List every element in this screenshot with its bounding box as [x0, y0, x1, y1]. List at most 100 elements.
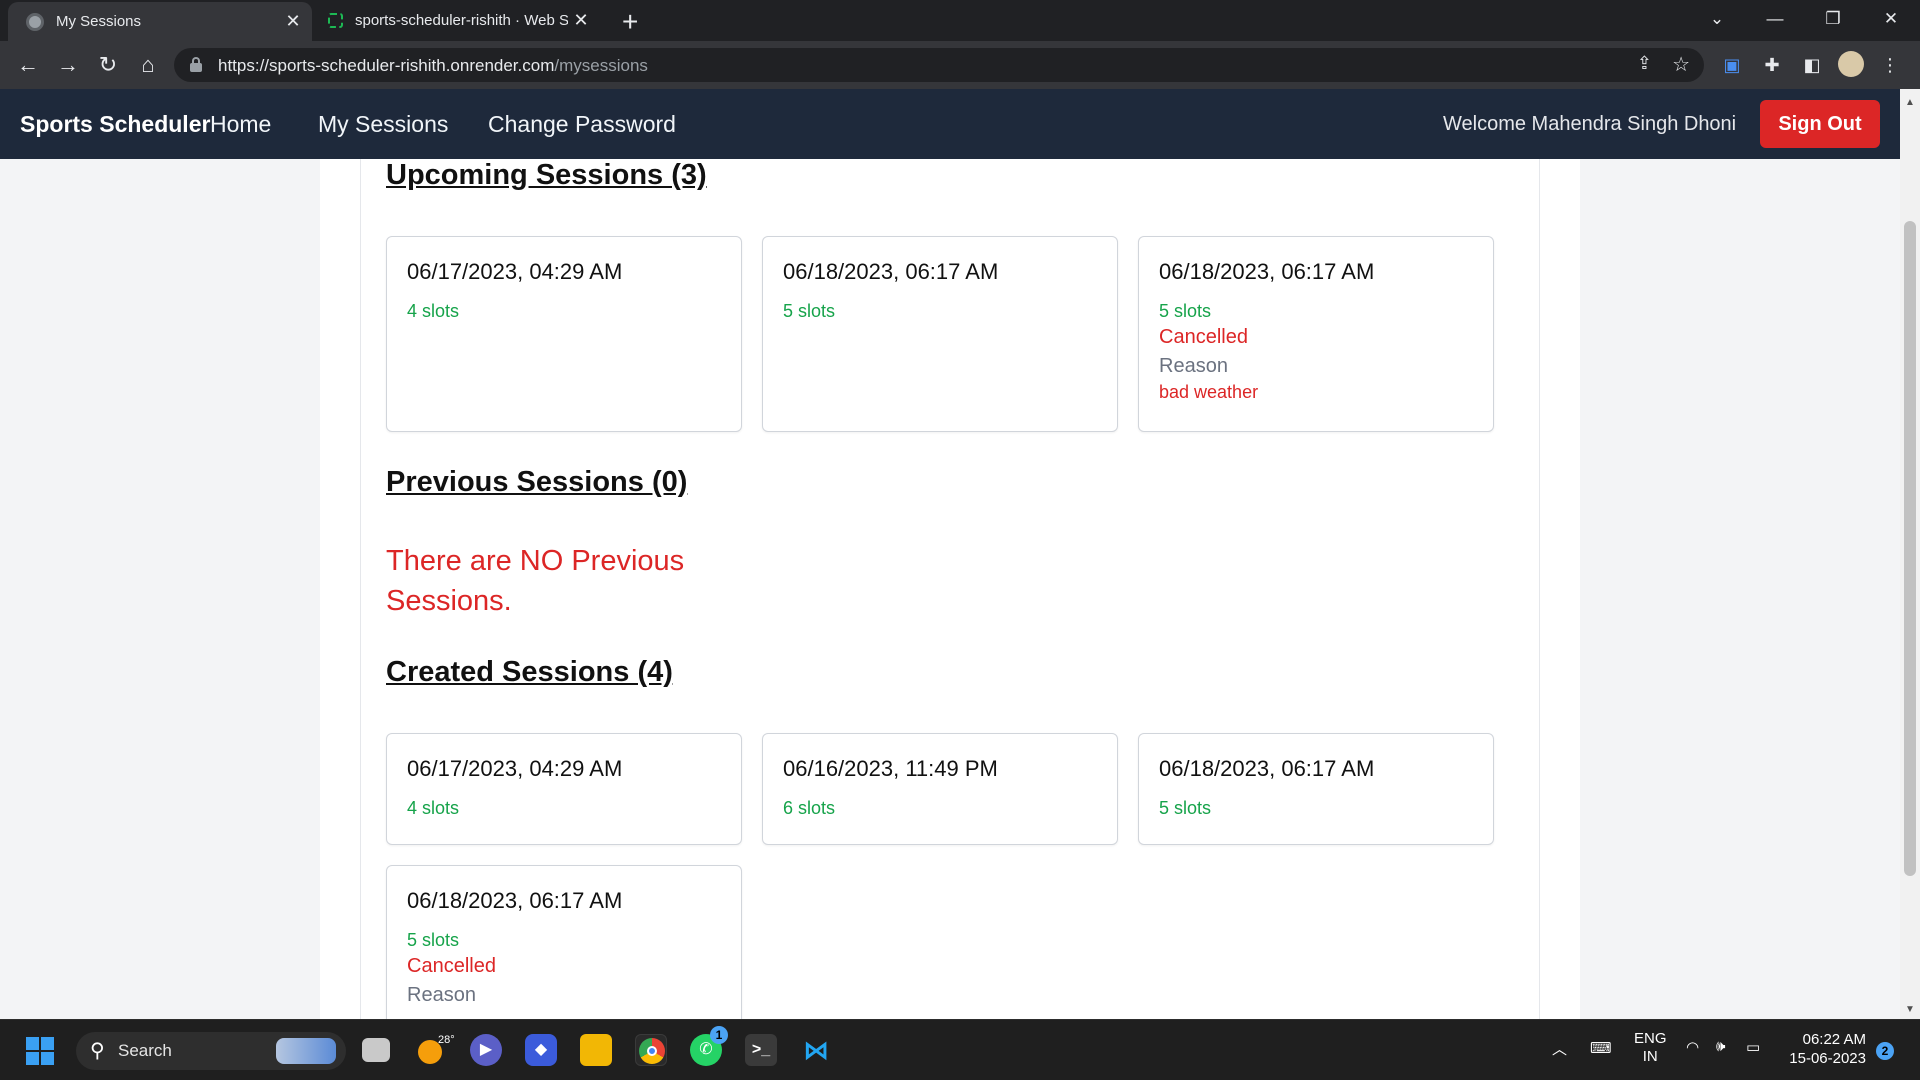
- reload-icon[interactable]: ↻: [94, 51, 122, 79]
- session-datetime: 06/18/2023, 06:17 AM: [1159, 756, 1375, 781]
- sessions-container: Upcoming Sessions (3) 06/17/2023, 04:29 …: [360, 159, 1540, 1019]
- keyboard-icon[interactable]: ⌨: [1590, 1039, 1612, 1057]
- session-datetime: 06/18/2023, 06:17 AM: [1159, 259, 1375, 284]
- task-view-icon[interactable]: [362, 1038, 390, 1062]
- weather-icon[interactable]: 28°: [416, 1034, 455, 1066]
- created-session-card[interactable]: 06/18/2023, 06:17 AM 5 slots: [1138, 733, 1494, 845]
- session-datetime: 06/18/2023, 06:17 AM: [783, 259, 999, 284]
- tab-my-sessions[interactable]: My Sessions ✕: [8, 2, 312, 41]
- session-datetime: 06/16/2023, 11:49 PM: [783, 756, 998, 781]
- whatsapp-icon[interactable]: ✆ 1: [690, 1026, 728, 1066]
- search-label: Search: [118, 1041, 172, 1060]
- whatsapp-badge: 1: [710, 1026, 728, 1044]
- chrome-icon[interactable]: [635, 1034, 667, 1066]
- clock-time: 06:22 AM: [1802, 1031, 1866, 1048]
- tab-web-service[interactable]: sports-scheduler-rishith · Web Se ✕: [318, 0, 600, 41]
- previous-sessions-heading: Previous Sessions (0): [386, 466, 688, 498]
- upcoming-session-card[interactable]: 06/18/2023, 06:17 AM 5 slots Cancelled R…: [1138, 236, 1494, 432]
- taskbar-search[interactable]: ⚲ Search: [76, 1032, 346, 1070]
- lock-icon[interactable]: [190, 57, 202, 72]
- tab-title: sports-scheduler-rishith · Web Se: [355, 12, 568, 29]
- browser-tab-strip: My Sessions ✕ sports-scheduler-rishith ·…: [0, 0, 1920, 41]
- screen-capture-icon[interactable]: ▣: [1718, 51, 1746, 79]
- windows-taskbar: ⚲ Search 28° ▶ ◆ ✆ 1 >_ ⋈ ︿ ⌨ ENG IN ◠ 🕪…: [0, 1019, 1920, 1080]
- session-datetime: 06/17/2023, 04:29 AM: [407, 259, 623, 284]
- session-datetime: 06/17/2023, 04:29 AM: [407, 756, 623, 781]
- clock[interactable]: 06:22 AM 15-06-2023: [1786, 1030, 1866, 1068]
- arrow-right-icon[interactable]: →: [54, 51, 82, 79]
- kebab-menu-icon[interactable]: ⋮: [1876, 51, 1904, 79]
- globe-icon: [26, 12, 44, 31]
- session-slots: 6 slots: [783, 798, 836, 818]
- search-icon: ⚲: [90, 1040, 105, 1062]
- upcoming-session-card[interactable]: 06/18/2023, 06:17 AM 5 slots: [762, 236, 1118, 432]
- upcoming-session-card[interactable]: 06/17/2023, 04:29 AM 4 slots: [386, 236, 742, 432]
- created-session-card[interactable]: 06/16/2023, 11:49 PM 6 slots: [762, 733, 1118, 845]
- reason-label: Reason: [407, 984, 476, 1006]
- app-navbar: Sports Scheduler Home My Sessions Change…: [0, 89, 1900, 159]
- session-slots: 5 slots: [783, 301, 836, 321]
- chevron-up-icon[interactable]: ︿: [1552, 1038, 1567, 1059]
- wifi-icon[interactable]: ◠: [1686, 1038, 1699, 1056]
- nav-link-my-sessions[interactable]: My Sessions: [318, 111, 448, 138]
- lang-top: ENG: [1634, 1030, 1667, 1047]
- sign-out-button[interactable]: Sign Out: [1760, 100, 1880, 148]
- session-datetime: 06/18/2023, 06:17 AM: [407, 888, 623, 913]
- scroll-up-icon[interactable]: ▲: [1905, 97, 1915, 108]
- battery-icon[interactable]: ▭: [1746, 1038, 1760, 1056]
- volume-icon[interactable]: 🕪: [1716, 1038, 1725, 1055]
- brand-title[interactable]: Sports Scheduler: [20, 111, 210, 138]
- tab-search-chevron-icon[interactable]: ⌄: [1688, 0, 1746, 41]
- cancel-reason: bad weather: [1159, 382, 1259, 402]
- home-icon[interactable]: ⌂: [134, 51, 162, 79]
- upcoming-sessions-heading: Upcoming Sessions (3): [386, 159, 707, 191]
- search-highlight-icon: [276, 1038, 336, 1064]
- scroll-down-icon[interactable]: ▼: [1905, 1004, 1915, 1015]
- share-icon[interactable]: ⇪: [1637, 53, 1652, 74]
- session-slots: 5 slots: [1159, 301, 1212, 321]
- extension-icons: ▣ ✚ ◧ ⋮: [1718, 51, 1904, 79]
- windows-start-icon[interactable]: [26, 1037, 54, 1065]
- created-sessions-heading: Created Sessions (4): [386, 656, 673, 688]
- weather-temp: 28°: [438, 1034, 455, 1046]
- welcome-text: Welcome Mahendra Singh Dhoni: [1443, 113, 1737, 135]
- profile-avatar[interactable]: [1838, 51, 1864, 77]
- language-indicator[interactable]: ENG IN: [1634, 1030, 1667, 1066]
- close-window-icon[interactable]: ✕: [1862, 0, 1920, 41]
- copilot-icon[interactable]: ◆: [525, 1034, 557, 1066]
- address-bar[interactable]: https://sports-scheduler-rishith.onrende…: [174, 48, 1704, 82]
- puzzle-icon[interactable]: ✚: [1758, 51, 1786, 79]
- url-text[interactable]: https://sports-scheduler-rishith.onrende…: [218, 56, 648, 76]
- restore-icon[interactable]: ❐: [1804, 0, 1862, 41]
- render-favicon-icon: [328, 13, 343, 28]
- browser-toolbar: ← → ↻ ⌂ https://sports-scheduler-rishith…: [0, 41, 1920, 89]
- new-tab-plus-icon[interactable]: +: [622, 6, 638, 38]
- vscode-icon[interactable]: ⋈: [800, 1034, 832, 1066]
- nav-link-change-password[interactable]: Change Password: [488, 111, 676, 138]
- side-panel-icon[interactable]: ◧: [1798, 51, 1826, 79]
- session-slots: 5 slots: [1159, 798, 1212, 818]
- arrow-left-icon[interactable]: ←: [14, 51, 42, 79]
- scrollbar-thumb[interactable]: [1904, 221, 1916, 876]
- close-tab-icon[interactable]: ✕: [280, 11, 306, 32]
- created-session-card[interactable]: 06/17/2023, 04:29 AM 4 slots: [386, 733, 742, 845]
- teams-meet-icon[interactable]: ▶: [470, 1034, 502, 1066]
- close-tab-icon[interactable]: ✕: [568, 10, 594, 31]
- notification-badge[interactable]: 2: [1876, 1042, 1894, 1060]
- file-explorer-icon[interactable]: [580, 1034, 612, 1066]
- clock-date: 15-06-2023: [1789, 1050, 1866, 1067]
- star-icon[interactable]: ☆: [1672, 52, 1690, 77]
- nav-link-home[interactable]: Home: [210, 111, 271, 138]
- cancelled-status: Cancelled: [1159, 326, 1248, 348]
- terminal-icon[interactable]: >_: [745, 1034, 777, 1066]
- cancelled-status: Cancelled: [407, 955, 496, 977]
- window-controls: ⌄ — ❐ ✕: [1688, 0, 1920, 41]
- main-content: Upcoming Sessions (3) 06/17/2023, 04:29 …: [320, 159, 1580, 1019]
- created-session-card[interactable]: 06/18/2023, 06:17 AM 5 slots Cancelled R…: [386, 865, 742, 1019]
- session-slots: 5 slots: [407, 930, 460, 950]
- session-slots: 4 slots: [407, 301, 460, 321]
- page-scrollbar[interactable]: ▲ ▼: [1900, 89, 1920, 1019]
- tab-title: My Sessions: [56, 13, 142, 30]
- minimize-icon[interactable]: —: [1746, 0, 1804, 41]
- no-previous-sessions-message: There are NO Previous Sessions.: [386, 545, 685, 617]
